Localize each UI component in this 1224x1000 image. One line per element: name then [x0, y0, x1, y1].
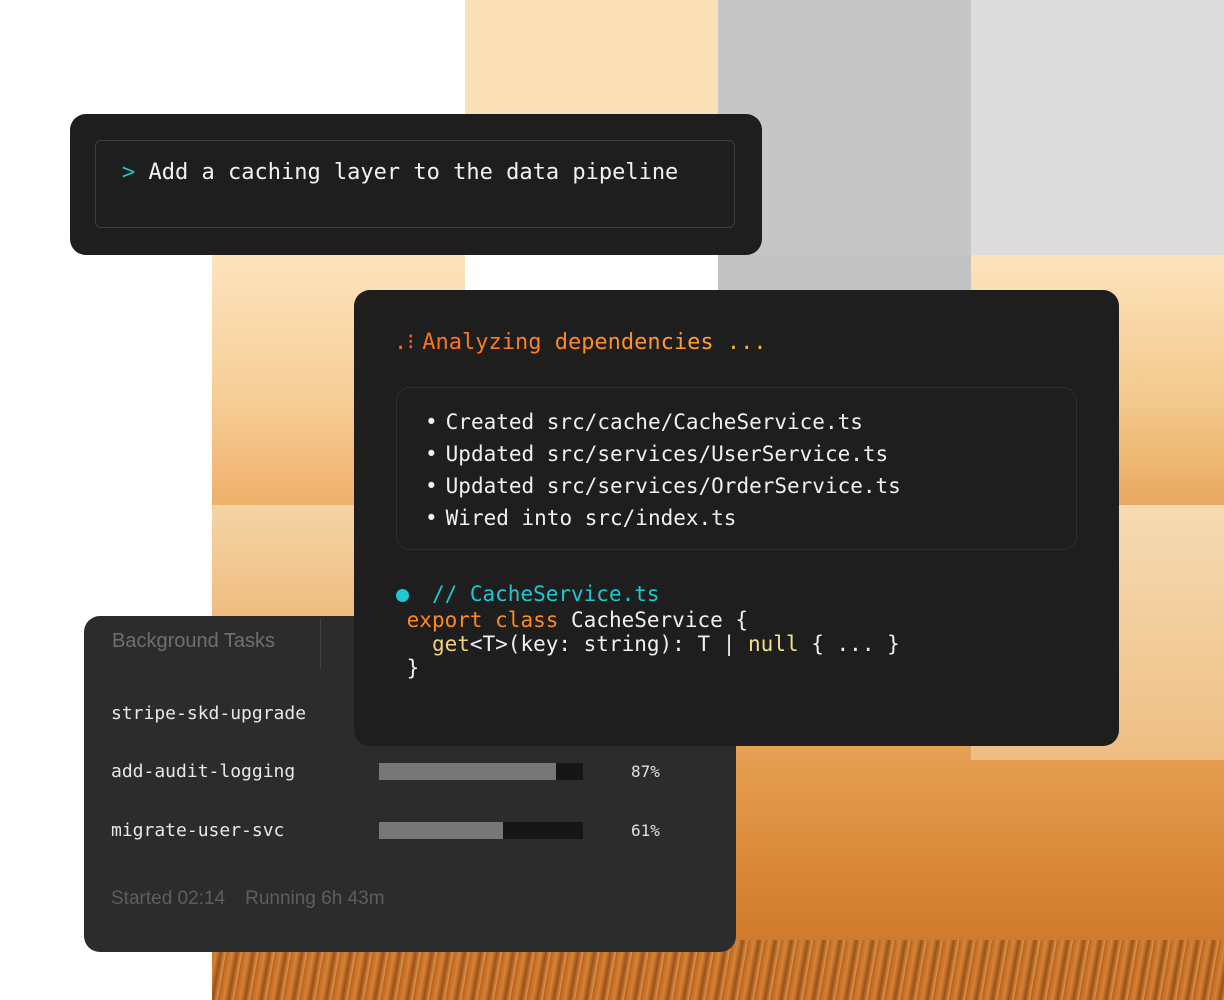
code-null: null [748, 632, 799, 656]
status-dot-icon [396, 589, 409, 602]
spinner-icon: .⁝ [394, 330, 415, 355]
change-text: Updated src/services/OrderService.ts [445, 474, 901, 498]
task-progress-bar [379, 822, 583, 839]
task-progress-fill [379, 763, 557, 780]
change-text: Wired into src/index.ts [445, 506, 737, 530]
change-text: Updated src/services/UserService.ts [445, 442, 889, 466]
code-line: } [394, 656, 900, 680]
task-name: add-audit-logging [111, 761, 296, 782]
bullet-icon: • [425, 410, 438, 434]
code-comment: // CacheService.ts [431, 582, 660, 606]
status-text: Analyzing dependencies ... [422, 330, 767, 355]
change-text: Created src/cache/CacheService.ts [445, 410, 863, 434]
code-snippet: // CacheService.ts export class CacheSer… [394, 582, 900, 680]
code-line: export class CacheService { [394, 608, 900, 632]
bg-tile [971, 0, 1224, 255]
code-text: { ... } [798, 632, 900, 656]
bullet-icon: • [425, 474, 438, 498]
task-row[interactable]: add-audit-logging 87% [111, 760, 711, 784]
code-keyword: export class [406, 608, 559, 632]
list-item: • Updated src/services/UserService.ts [425, 438, 1076, 470]
tasks-footer: Started 02:14 Running 6h 43m [111, 888, 385, 910]
code-function: get [431, 632, 470, 656]
list-item: • Created src/cache/CacheService.ts [425, 406, 1076, 438]
task-progress-fill [379, 822, 504, 839]
code-text: <T>(key: string): T | [469, 632, 749, 656]
prompt-card: > Add a caching layer to the data pipeli… [70, 114, 762, 255]
prompt-text: Add a caching layer to the data pipeline [148, 160, 679, 185]
task-percent: 87% [631, 762, 660, 781]
task-name: migrate-user-svc [111, 820, 285, 841]
running-duration: Running 6h 43m [245, 888, 385, 909]
code-text: } [406, 656, 420, 680]
task-name: stripe-skd-upgrade [111, 703, 307, 724]
changes-list: • Created src/cache/CacheService.ts • Upda… [396, 387, 1077, 550]
task-row[interactable]: migrate-user-svc 61% [111, 819, 711, 843]
code-line: // CacheService.ts [394, 582, 900, 606]
task-progress-bar [379, 763, 583, 780]
code-text: CacheService { [571, 608, 749, 632]
analysis-card: .⁝ Analyzing dependencies ... • Created sr… [354, 290, 1119, 746]
tab-divider [320, 618, 321, 668]
bullet-icon: • [425, 442, 438, 466]
tab-background-tasks[interactable]: Background Tasks [112, 630, 275, 653]
analyzing-status: .⁝ Analyzing dependencies ... [394, 330, 767, 356]
started-time: Started 02:14 [111, 888, 226, 909]
task-percent: 61% [631, 821, 660, 840]
list-item: • Updated src/services/OrderService.ts [425, 470, 1076, 502]
bullet-icon: • [425, 506, 438, 530]
code-line: get<T>(key: string): T | null { ... } [394, 632, 900, 656]
prompt-input[interactable]: > Add a caching layer to the data pipeli… [95, 140, 735, 228]
prompt-caret-icon: > [122, 160, 136, 185]
list-item: • Wired into src/index.ts [425, 502, 1076, 534]
